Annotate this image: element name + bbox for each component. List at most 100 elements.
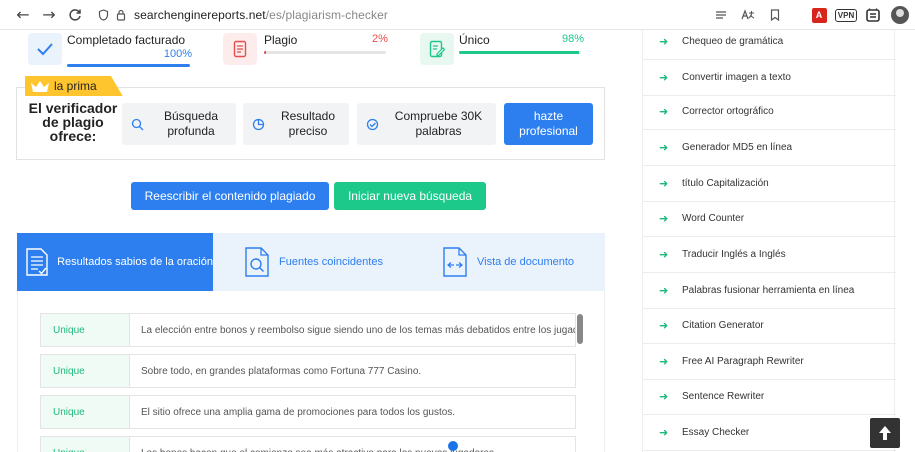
sidebar-item[interactable]: ➜ Citation Generator [643, 308, 896, 344]
stat-value: 98% [562, 33, 585, 45]
arrow-right-icon: ➜ [659, 390, 669, 403]
sidebar-item-label: Citation Generator [682, 320, 764, 331]
tab-sentence-results[interactable]: Resultados sabios de la oración [17, 233, 213, 291]
sidebar-item[interactable]: ➜ Palabras fusionar herramienta en línea [643, 273, 896, 309]
arrow-up-icon [879, 426, 891, 440]
vpn-icon: VPN [835, 8, 857, 22]
sidebar-item-label: Sentence Rewriter [682, 391, 765, 402]
sidebar-item-label: Traducir Inglés a Inglés [682, 249, 786, 260]
stat-progress-bar [459, 51, 581, 54]
address-bar[interactable]: searchenginereports.net/es/plagiarism-ch… [94, 3, 388, 27]
arrow-right-icon: ➜ [659, 212, 669, 225]
go-pro-button[interactable]: hazte profesional [504, 103, 593, 145]
sidebar-item[interactable]: ➜ Word Counter [643, 201, 896, 237]
unique-badge: Unique [41, 437, 130, 452]
arrow-right-icon: ➜ [659, 319, 669, 332]
url-text[interactable]: searchenginereports.net/es/plagiarism-ch… [134, 8, 388, 22]
stat-label: Único [459, 33, 490, 47]
stat-value: 2% [372, 33, 388, 45]
sidebar-item[interactable]: ➜ Essay Checker [643, 415, 896, 451]
forward-button[interactable]: → [36, 2, 62, 28]
sidebar-item-label: Palabras fusionar herramienta en línea [682, 285, 855, 296]
tools-sidebar: ➜ Chequeo de gramática ➜ Convertir imagen … [642, 30, 896, 452]
sidebar-item-label: Corrector ortográfico [682, 106, 774, 117]
arrow-right-icon: ➜ [659, 71, 669, 84]
arrow-right-icon: ➜ [659, 177, 669, 190]
unique-badge: Unique [41, 355, 130, 387]
sidebar-item-label: Free AI Paragraph Rewriter [682, 356, 804, 367]
reload-icon [69, 8, 81, 21]
sidebar-item-label: Chequeo de gramática [682, 36, 784, 47]
edit-document-icon [420, 33, 454, 65]
sidebar-item[interactable]: ➜ Sentence Rewriter [643, 379, 896, 415]
sidebar-item[interactable]: ➜ título Capitalización [643, 166, 896, 202]
crown-icon [30, 80, 50, 93]
back-button[interactable]: ← [10, 2, 36, 28]
pdf-icon: A [811, 7, 827, 23]
rewrite-plagiarized-button[interactable]: Reescribir el contenido plagiado [131, 182, 329, 210]
sentence-text: Los bonos hacen que el comienzo sea más … [130, 437, 575, 452]
sentence-text: La elección entre bonos y reembolso sigu… [141, 324, 575, 336]
sentence-text: El sitio ofrece una amplia gama de promo… [141, 406, 456, 418]
result-row: Unique El sitio ofrece una amplia gama d… [40, 395, 576, 429]
stat-label: Completado facturado [67, 33, 186, 47]
document-icon [223, 33, 257, 65]
url-domain: searchenginereports.net [134, 7, 266, 22]
result-row: Unique La elección entre bonos y reembol… [40, 313, 576, 347]
shield-icon[interactable] [94, 6, 112, 24]
lock-icon[interactable] [112, 6, 130, 24]
stat-progress-fill [264, 51, 267, 54]
document-view-icon [441, 246, 469, 278]
tab-matching-sources[interactable]: Fuentes coincidentes [243, 233, 413, 291]
sidebar-item[interactable]: ➜ Generador MD5 en línea [643, 130, 896, 166]
sidebar-item-label: Convertir imagen a texto [682, 72, 791, 83]
result-row: Unique Los bonos hacen que el comienzo s… [40, 436, 576, 452]
translate-icon[interactable] [737, 4, 759, 26]
unique-badge: Unique [41, 314, 130, 346]
feature-accurate-result: Resultado preciso [243, 103, 349, 145]
search-icon [122, 118, 152, 131]
feature-label: Resultado preciso [280, 109, 336, 138]
stat-value: 100% [163, 48, 192, 60]
url-path: /es/plagiarism-checker [265, 7, 388, 22]
new-search-button[interactable]: Iniciar nueva búsqueda [334, 182, 486, 210]
feature-label: Compruebe 30K palabras [394, 109, 483, 138]
results-panel[interactable]: Unique La elección entre bonos y reembol… [17, 291, 605, 452]
tab-label: Resultados sabios de la oración [57, 256, 213, 268]
results-scrollbar[interactable] [577, 314, 583, 344]
drag-handle[interactable] [448, 441, 458, 451]
reader-mode-icon[interactable] [710, 4, 732, 26]
stat-plagiarism: Plagio 2% [223, 31, 388, 67]
check-icon [28, 33, 62, 65]
sidebar-item-label: Word Counter [682, 213, 745, 224]
profile-button[interactable] [889, 4, 911, 26]
premium-tag-label: la prima [54, 79, 97, 93]
sidebar-item[interactable]: ➜ Free AI Paragraph Rewriter [643, 344, 896, 380]
result-row: Unique Sobre todo, en grandes plataforma… [40, 354, 576, 388]
document-list-icon [24, 246, 49, 278]
pdf-extension[interactable]: A [808, 4, 830, 26]
arrow-right-icon: ➜ [659, 248, 669, 261]
tab-document-view[interactable]: Vista de documento [441, 233, 605, 291]
wallet-extension-icon[interactable] [862, 4, 884, 26]
stat-progress-bar [67, 64, 190, 67]
sidebar-item-label: Generador MD5 en línea [682, 142, 793, 153]
premium-tag: la prima [25, 76, 123, 96]
vpn-button[interactable]: VPN [835, 4, 857, 26]
check-circle-icon [357, 118, 387, 131]
sidebar-item-label: título Capitalización [682, 178, 769, 189]
scroll-to-top-button[interactable] [870, 418, 900, 448]
sidebar-item[interactable]: ➜ Convertir imagen a texto [643, 60, 896, 96]
reload-button[interactable] [62, 2, 88, 28]
arrow-right-icon: ➜ [659, 141, 669, 154]
avatar [891, 6, 909, 24]
tab-label: Fuentes coincidentes [279, 256, 383, 268]
sidebar-item[interactable]: ➜ Chequeo de gramática [643, 24, 896, 60]
feature-30k-words: Compruebe 30K palabras [357, 103, 496, 145]
sidebar-item[interactable]: ➜ Corrector ortográfico [643, 94, 896, 130]
premium-title: El verificador de plagio ofrece: [28, 100, 118, 144]
stat-label: Plagio [264, 33, 298, 47]
sentence-text: Sobre todo, en grandes plataformas como … [141, 365, 422, 377]
bookmark-icon[interactable] [764, 4, 786, 26]
sidebar-item[interactable]: ➜ Traducir Inglés a Inglés [643, 237, 896, 273]
